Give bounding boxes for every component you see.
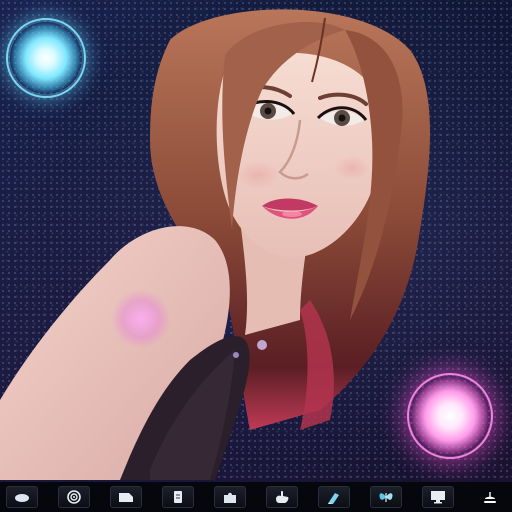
pink-glow-orb <box>407 373 493 459</box>
wallpaper-canvas <box>0 0 512 512</box>
document-icon <box>174 491 182 503</box>
lamp-button[interactable] <box>474 486 506 508</box>
puzzle-icon <box>224 492 236 503</box>
monitor-icon <box>431 491 445 504</box>
spiral-icon <box>67 490 81 504</box>
shape-tool-icon <box>119 493 133 502</box>
spiral-button[interactable] <box>58 486 90 508</box>
ellipse-tool-button[interactable] <box>6 486 38 508</box>
hand-button[interactable] <box>266 486 298 508</box>
bottom-toolbar <box>0 482 512 512</box>
shape-tool-button[interactable] <box>110 486 142 508</box>
ellipse-tool-icon <box>15 494 29 502</box>
monitor-button[interactable] <box>422 486 454 508</box>
butterfly-icon <box>379 493 393 502</box>
brush-icon <box>328 493 339 504</box>
butterfly-button[interactable] <box>370 486 402 508</box>
hand-icon <box>276 490 289 503</box>
shoulder-glow <box>112 290 170 348</box>
document-button[interactable] <box>162 486 194 508</box>
puzzle-button[interactable] <box>214 486 246 508</box>
lamp-icon <box>484 492 496 503</box>
brush-button[interactable] <box>318 486 350 508</box>
